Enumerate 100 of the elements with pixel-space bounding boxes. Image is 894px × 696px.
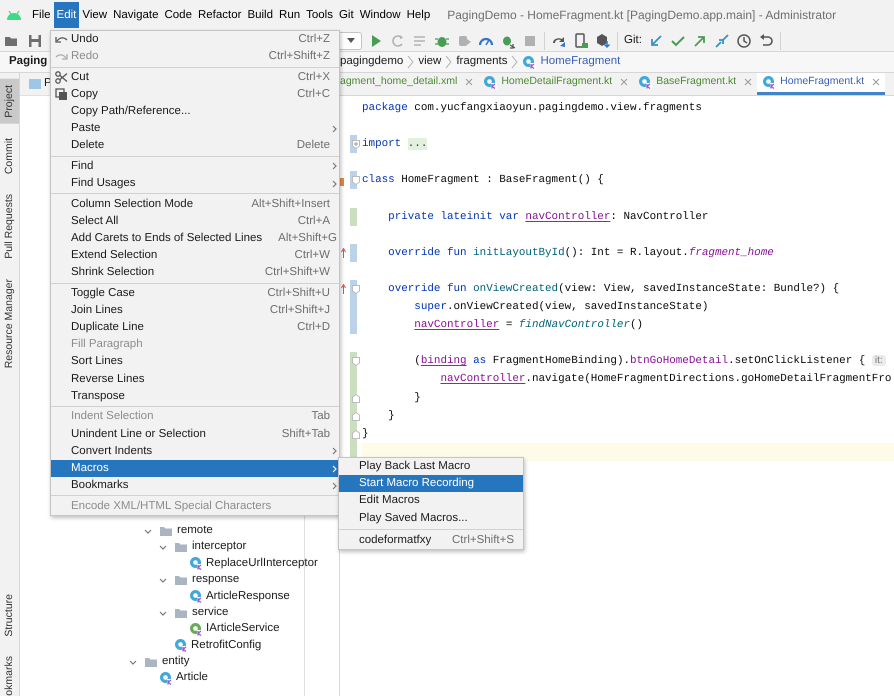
tool-window-tab[interactable]: Commit [0,132,19,180]
menu-item[interactable]: Join Lines Ctrl+Shift+J [51,302,339,320]
close-icon[interactable] [744,78,752,86]
tree-item[interactable]: entity [162,653,190,670]
close-icon[interactable] [872,78,880,86]
menu-item[interactable]: Play Back Last Macro [339,458,523,476]
fold-icon[interactable] [352,176,360,186]
menu-title[interactable]: Edit [54,2,80,28]
menu-item[interactable]: Add Carets to Ends of Selected Lines Alt+Shift+G [51,230,339,248]
menu-item[interactable]: Copy Path/Reference... [51,103,339,120]
menu-item[interactable]: Paste [51,120,339,138]
menu-item[interactable]: Column Selection Mode Alt+Shift+Insert [51,196,339,213]
menu-title[interactable]: Run [276,2,304,28]
menu-item[interactable]: Start Macro Recording [339,475,523,492]
menu-item[interactable]: Convert Indents [51,442,339,460]
menu-item[interactable]: Toggle Case Ctrl+Shift+U [51,284,339,302]
fold-icon[interactable] [352,394,360,402]
menu-item[interactable]: Sort Lines [51,354,339,371]
breadcrumb-item[interactable]: fragments [456,53,508,71]
tool-window-tab[interactable]: Pull Requests [0,188,19,265]
menu-title[interactable]: Tools [303,2,336,28]
menu-item[interactable]: Transpose [51,388,339,406]
git-label: Git: [624,32,642,48]
breadcrumb-item[interactable]: Paging [9,55,48,68]
menu-title[interactable]: Code [161,2,195,28]
class-icon [522,55,536,69]
merge-icon[interactable] [714,32,730,48]
rollback-icon[interactable] [758,32,774,48]
tree-item[interactable]: remote [177,522,213,540]
device-icon[interactable] [573,32,589,48]
menu-item[interactable]: Macros [51,460,339,478]
menu-title[interactable]: File [29,2,54,28]
menu-item[interactable]: Unindent Line or Selection Shift+Tab [51,426,339,443]
fold-icon[interactable] [352,284,360,294]
menu-item[interactable]: Edit Macros [339,492,523,510]
tree-item[interactable]: ArticleResponse [206,588,290,605]
menu-item[interactable]: Extend Selection Ctrl+W [51,247,339,264]
editor-tab[interactable]: HomeDetailFragment.kt [478,73,634,95]
shortcut-label: Ctrl+Shift+S [451,532,515,548]
fold-icon[interactable] [352,430,360,439]
class-icon [483,75,498,89]
menu-title[interactable]: View [79,2,110,28]
menu-item[interactable]: Undo Ctrl+Z [51,31,339,48]
menu-item[interactable]: Bookmarks [51,477,339,494]
redo-icon [54,52,68,62]
menu-item[interactable]: Select All Ctrl+A [51,212,339,230]
menu-item[interactable]: Copy Ctrl+C [51,86,339,104]
tool-window-tab[interactable]: Project [0,79,19,124]
menu-title[interactable]: Window [356,2,404,28]
breadcrumb-separator-icon [445,55,452,69]
history-icon[interactable] [736,32,752,48]
tree-item[interactable]: interceptor [192,538,246,556]
menu-item[interactable]: Find [51,158,339,176]
shortcut-label: Alt+Shift+Insert [250,196,331,212]
menu-item[interactable]: Play Saved Macros... [339,510,523,527]
menu-title[interactable]: Help [404,2,434,28]
shortcut-label: Ctrl+W [294,248,331,264]
close-icon[interactable] [465,78,474,86]
shortcut-label: Ctrl+Shift+J [268,302,331,318]
tool-window-tab[interactable]: Resource Manager [0,272,19,374]
menu-item[interactable]: Duplicate Line Ctrl+D [51,319,339,336]
editor-tab[interactable]: agment_home_detail.xml [340,73,478,95]
fold-icon[interactable] [352,412,360,421]
menu-title[interactable]: Navigate [110,2,162,28]
close-icon[interactable] [620,78,628,86]
tree-item[interactable]: Article [176,669,208,687]
code-line: } [387,408,395,424]
shortcut-label: Ctrl+Shift+Z [268,49,331,64]
code-line: package com.yucfangxiaoyun.pagingdemo.view.fragments [362,101,702,116]
tree-item[interactable]: RetrofitConfig [191,636,262,654]
menu-item[interactable]: Reverse Lines [51,370,339,388]
fold-icon[interactable] [352,140,360,150]
menu-item[interactable]: Cut Ctrl+X [51,68,339,86]
editor-tab[interactable]: HomeFragment.kt [757,73,886,95]
shortcut-label: Ctrl+A [296,214,331,229]
editor-tab[interactable]: BaseFragment.kt [633,73,758,95]
tool-window-tab[interactable]: Structure [0,588,19,642]
menu-title[interactable]: Build [244,2,276,28]
undo-icon [54,34,68,45]
android-icon [5,9,23,21]
folder-icon [144,656,158,668]
configuration-dropdown[interactable] [340,32,362,50]
tree-item[interactable]: service [192,604,228,622]
panel-icon [28,78,42,90]
menu-item[interactable]: Shrink Selection Ctrl+Shift+W [51,264,339,282]
tree-item[interactable]: response [192,571,240,588]
tree-item[interactable]: ReplaceUrlInterceptor [206,554,318,572]
breadcrumb-item[interactable]: view [418,53,442,71]
rerun-icon[interactable] [390,32,406,48]
menu-item[interactable]: codeformatfxy Ctrl+Shift+S [339,532,523,549]
menu-title[interactable]: Git [336,2,357,28]
package-icon[interactable] [595,32,611,48]
tree-item[interactable]: IArticleService [206,620,280,638]
fold-icon[interactable] [352,357,360,366]
menu-item[interactable]: Delete Delete [51,137,339,155]
tool-window-tab[interactable]: okmarks [0,650,19,696]
menu-item[interactable]: Find Usages [51,175,339,192]
breadcrumb-item[interactable]: pagingdemo [340,53,404,71]
breadcrumb-item[interactable]: HomeFragment [522,53,620,71]
menu-title[interactable]: Refactor [194,2,244,28]
